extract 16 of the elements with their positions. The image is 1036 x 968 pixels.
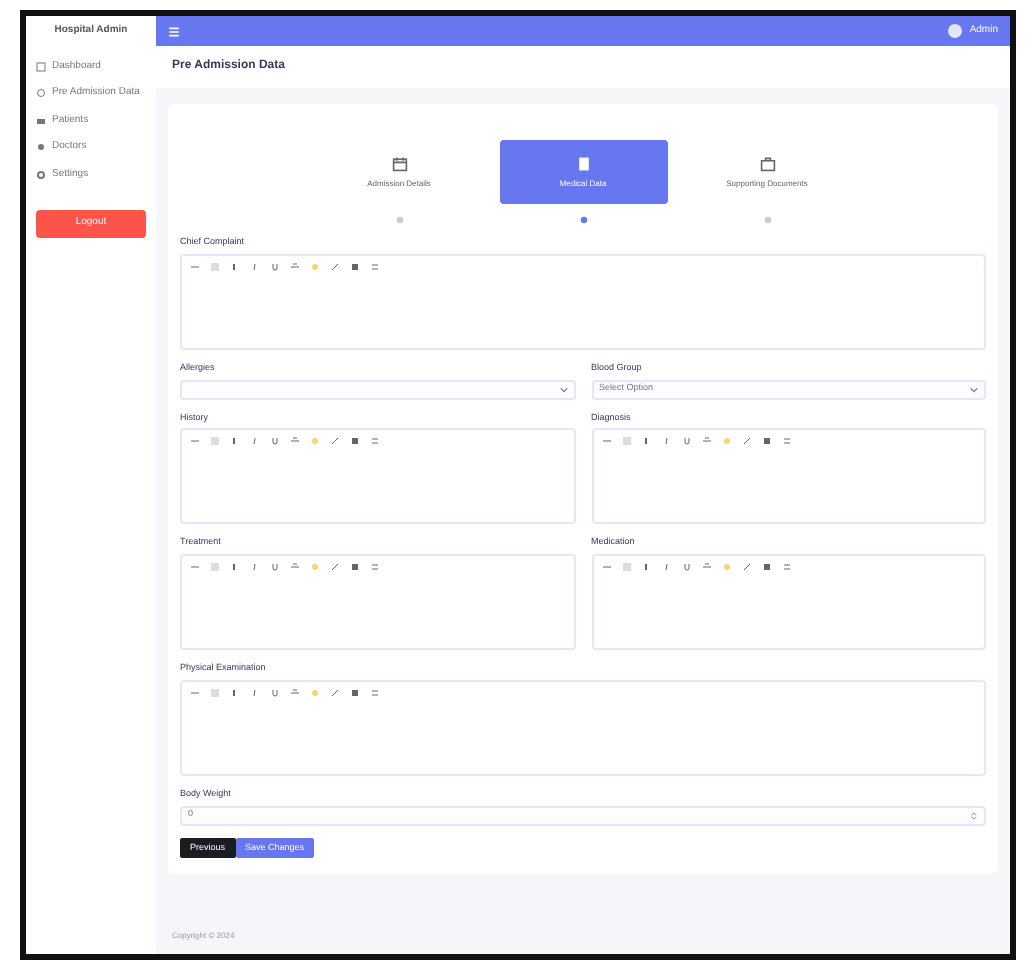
menu-item-icon bbox=[36, 61, 46, 72]
step-dot-icon bbox=[763, 216, 771, 224]
dropdown-caret-icon bbox=[559, 385, 567, 393]
step-icon bbox=[391, 155, 407, 171]
menu-icon bbox=[168, 25, 180, 37]
spinner-icon bbox=[970, 809, 978, 821]
step-icon bbox=[575, 155, 591, 171]
menu-item-icon bbox=[36, 88, 46, 99]
step-icon bbox=[759, 155, 775, 171]
menu-item-icon bbox=[36, 169, 46, 180]
step-dot-icon bbox=[579, 216, 587, 224]
avatar-icon bbox=[947, 24, 962, 38]
step-dot-icon bbox=[395, 216, 403, 224]
dropdown-caret-icon bbox=[970, 385, 978, 393]
select-field[interactable] bbox=[180, 379, 575, 399]
menu-item-icon bbox=[36, 142, 46, 153]
